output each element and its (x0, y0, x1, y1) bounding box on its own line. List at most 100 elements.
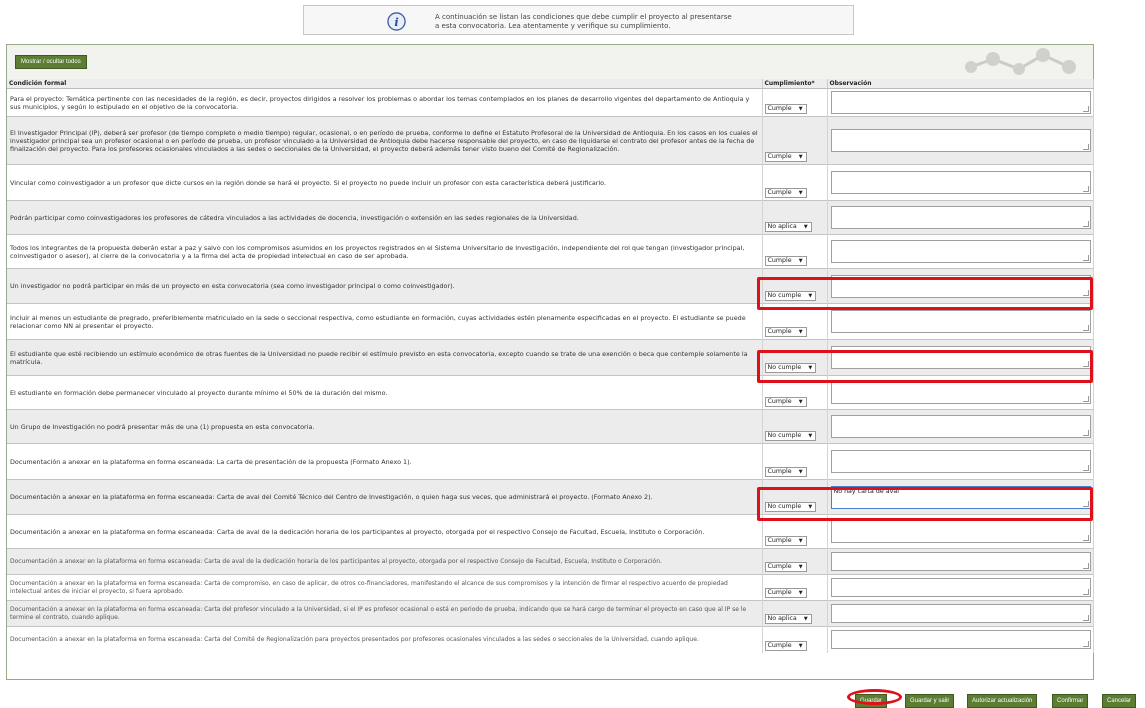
panel-toolbar: Mostrar / ocultar todos (7, 45, 1093, 79)
condition-text: Documentación a anexar en la plataforma … (7, 600, 763, 627)
compliance-select[interactable]: No cumple ▼ (764, 502, 817, 512)
condition-text: Un investigador no podrá participar en m… (7, 268, 763, 304)
observation-cell (827, 200, 1094, 235)
compliance-value: No aplica (767, 615, 797, 622)
compliance-select[interactable]: Cumple ▼ (764, 152, 807, 162)
compliance-select[interactable]: Cumple ▼ (764, 536, 807, 546)
molecule-decoration-icon (965, 48, 1076, 75)
compliance-select[interactable]: No cumple ▼ (764, 363, 817, 373)
observation-cell (827, 234, 1094, 269)
condition-row: Un Grupo de Investigación no podrá prese… (7, 409, 1094, 444)
observation-textarea[interactable] (830, 520, 1091, 543)
compliance-value: No aplica (767, 223, 797, 230)
compliance-select[interactable]: Cumple ▼ (764, 104, 807, 114)
observation-textarea[interactable] (830, 630, 1091, 650)
caret-down-icon: ▼ (808, 293, 813, 299)
compliance-select[interactable]: No aplica ▼ (764, 614, 812, 624)
condition-row: Documentación a anexar en la plataforma … (7, 443, 1094, 480)
compliance-select[interactable]: Cumple ▼ (764, 327, 807, 337)
observation-textarea[interactable] (830, 206, 1091, 229)
caret-down-icon: ▼ (808, 433, 813, 439)
observation-textarea[interactable] (830, 240, 1091, 263)
observation-cell (827, 574, 1094, 601)
condition-text: Para el proyecto: Temática pertinente co… (7, 88, 763, 117)
condition-row: Documentación a anexar en la plataforma … (7, 600, 1094, 627)
compliance-cell: Cumple ▼ (762, 164, 828, 201)
observation-textarea[interactable] (830, 91, 1091, 114)
caret-down-icon: ▼ (798, 106, 803, 112)
condition-row: Todos los integrantes de la propuesta de… (7, 234, 1094, 269)
caret-down-icon: ▼ (798, 469, 803, 475)
observation-cell (827, 548, 1094, 575)
compliance-cell: No cumple ▼ (762, 479, 828, 515)
compliance-value: Cumple (767, 189, 792, 196)
observation-textarea[interactable] (830, 310, 1091, 333)
condition-row: Podrán participar como coinvestigadores … (7, 200, 1094, 235)
conditions-panel: Mostrar / ocultar todos Condición formal… (6, 44, 1094, 680)
compliance-value: Cumple (767, 468, 792, 475)
observation-textarea[interactable] (830, 604, 1091, 623)
caret-down-icon: ▼ (798, 399, 803, 405)
compliance-value: No cumple (767, 432, 802, 439)
compliance-select[interactable]: Cumple ▼ (764, 256, 807, 266)
condition-row: Documentación a anexar en la plataforma … (7, 514, 1094, 549)
condition-text: Documentación a anexar en la plataforma … (7, 514, 763, 549)
observation-textarea[interactable] (830, 450, 1091, 473)
compliance-cell: Cumple ▼ (762, 375, 828, 410)
observation-textarea[interactable]: No hay carta de aval (830, 485, 1091, 509)
caret-down-icon: ▼ (798, 538, 803, 544)
observation-textarea[interactable] (830, 552, 1091, 571)
notice-line-2: a esta convocatoria. Lea atentamente y v… (435, 22, 671, 30)
condition-row: Vincular como coinvestigador a un profes… (7, 164, 1094, 201)
observation-textarea[interactable] (830, 346, 1091, 369)
caret-down-icon: ▼ (798, 190, 803, 196)
condition-text: Un Grupo de Investigación no podrá prese… (7, 409, 763, 444)
condition-text: Documentación a anexar en la plataforma … (7, 574, 763, 601)
compliance-select[interactable]: No cumple ▼ (764, 431, 817, 441)
compliance-value: Cumple (767, 537, 792, 544)
condition-text: El estudiante en formación debe permanec… (7, 375, 763, 410)
caret-down-icon: ▼ (798, 590, 803, 596)
condition-text: Podrán participar como coinvestigadores … (7, 200, 763, 235)
notice-text: A continuación se listan las condiciones… (435, 13, 835, 31)
caret-down-icon: ▼ (798, 564, 803, 570)
toggle-all-button[interactable]: Mostrar / ocultar todos (15, 55, 87, 69)
observation-textarea[interactable] (830, 274, 1091, 298)
observation-textarea[interactable] (830, 129, 1091, 152)
caret-down-icon: ▼ (808, 365, 813, 371)
compliance-value: Cumple (767, 398, 792, 405)
compliance-select[interactable]: Cumple ▼ (764, 397, 807, 407)
condition-row: Documentación a anexar en la plataforma … (7, 479, 1094, 515)
observation-cell (827, 626, 1094, 653)
condition-text: Documentación a anexar en la plataforma … (7, 626, 763, 653)
condition-text: Documentación a anexar en la plataforma … (7, 548, 763, 575)
compliance-select[interactable]: No aplica ▼ (764, 222, 812, 232)
compliance-select[interactable]: No cumple ▼ (764, 291, 817, 301)
observation-textarea[interactable] (830, 415, 1091, 438)
caret-down-icon: ▼ (798, 258, 803, 264)
caret-down-icon: ▼ (803, 616, 808, 622)
compliance-select[interactable]: Cumple ▼ (764, 588, 807, 598)
observation-textarea[interactable] (830, 578, 1091, 597)
header-compliance: Cumplimiento* (762, 79, 828, 89)
compliance-value: No cumple (767, 292, 802, 299)
observation-cell (827, 443, 1094, 480)
compliance-select[interactable]: Cumple ▼ (764, 640, 807, 651)
info-notice: i A continuación se listan las condicion… (303, 5, 854, 35)
condition-text: Documentación a anexar en la plataforma … (7, 479, 763, 515)
condition-text: El estudiante que esté recibiendo un est… (7, 339, 763, 376)
condition-row: Documentación a anexar en la plataforma … (7, 626, 1094, 653)
observation-textarea[interactable] (830, 381, 1091, 404)
compliance-select[interactable]: Cumple ▼ (764, 467, 807, 477)
compliance-cell: Cumple ▼ (762, 234, 828, 269)
condition-text: Documentación a anexar en la plataforma … (7, 443, 763, 480)
observation-textarea[interactable] (830, 171, 1091, 194)
condition-row: El estudiante que esté recibiendo un est… (7, 339, 1094, 376)
condition-text: Incluir al menos un estudiante de pregra… (7, 303, 763, 340)
compliance-select[interactable]: Cumple ▼ (764, 188, 807, 198)
observation-cell (827, 375, 1094, 410)
compliance-value: Cumple (767, 589, 792, 596)
condition-text: El Investigador Principal (IP), deberá s… (7, 116, 763, 165)
compliance-select[interactable]: Cumple ▼ (764, 562, 807, 572)
condition-row: Incluir al menos un estudiante de pregra… (7, 303, 1094, 340)
